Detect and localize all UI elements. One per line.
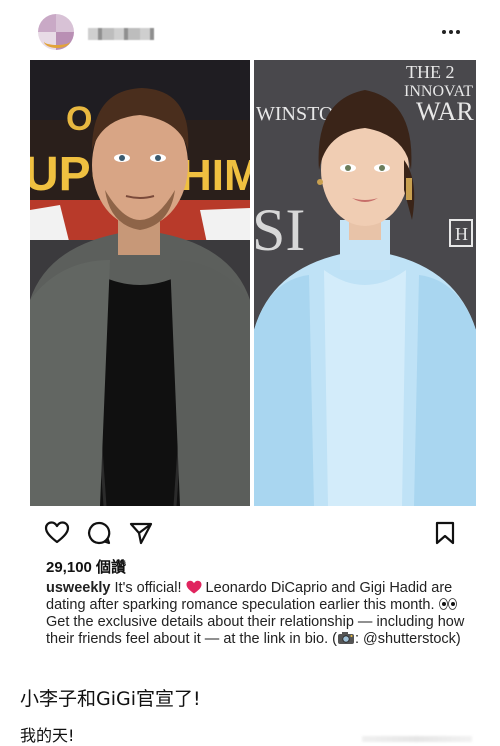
backdrop-text-right-4: WINSTO — [256, 103, 333, 125]
post-caption: usweekly It's official! Leonardo DiCapri… — [46, 580, 466, 648]
comment-icon[interactable] — [86, 520, 112, 546]
eyes-icon — [438, 598, 457, 610]
post-image[interactable]: O UPO HIM THE 2 INNOVAT WAR WINSTO SI H — [30, 60, 476, 506]
heart-icon[interactable] — [44, 520, 70, 546]
ellipsis-icon[interactable] — [438, 22, 464, 42]
backdrop-text-right-1: THE 2 — [406, 62, 455, 82]
bookmark-icon[interactable] — [432, 520, 458, 546]
comment-text: 小李子和GiGi官宣了! — [20, 688, 201, 710]
red-heart-icon — [186, 580, 202, 594]
caption-link: : @shutterstock) — [354, 631, 461, 647]
share-icon[interactable] — [128, 520, 154, 546]
camera-icon — [337, 632, 354, 644]
caption-text-1: It's official! — [110, 580, 186, 596]
redacted-text — [362, 736, 472, 742]
backdrop-text-left-1: O — [66, 100, 92, 138]
post-actions — [0, 512, 500, 552]
likes-count[interactable]: 29,100 個讚 — [46, 556, 126, 577]
backdrop-text-right-5: SI — [254, 197, 305, 263]
post-header — [0, 0, 500, 60]
photo-left: O UPO HIM — [30, 60, 250, 506]
photo-right: THE 2 INNOVAT WAR WINSTO SI H — [254, 60, 476, 506]
username-redacted[interactable] — [88, 28, 154, 40]
comment-text: 我的天! — [20, 726, 75, 745]
avatar[interactable] — [38, 14, 74, 50]
caption-username[interactable]: usweekly — [46, 580, 111, 596]
backdrop-text-left-3: HIM — [180, 151, 250, 200]
backdrop-text-right-3: WAR — [416, 97, 474, 126]
backdrop-badge: H — [455, 224, 468, 244]
